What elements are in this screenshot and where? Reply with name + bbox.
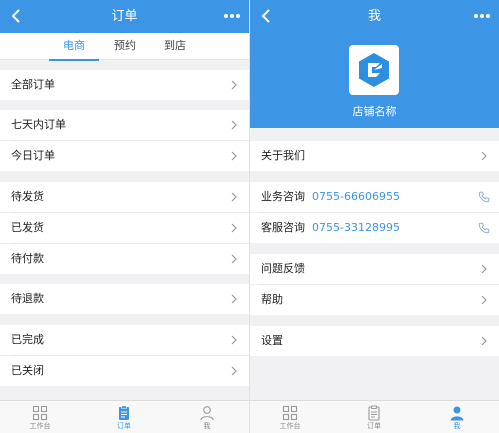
- chevron-left-icon: [11, 9, 20, 23]
- tab-label: 订单: [117, 422, 131, 430]
- store-profile-header: 店铺名称: [250, 33, 499, 128]
- profile-navbar: 我: [250, 0, 499, 33]
- tab-label: 订单: [367, 422, 381, 430]
- back-button[interactable]: [254, 4, 278, 28]
- tab-in-store[interactable]: 到店: [150, 33, 200, 60]
- person-icon: [200, 406, 214, 421]
- clipboard-icon: [368, 405, 380, 421]
- store-logo: [349, 45, 399, 95]
- tab-workbench[interactable]: 工作台: [260, 401, 320, 433]
- chevron-right-icon: [481, 336, 487, 346]
- row-completed[interactable]: 已完成: [0, 325, 249, 355]
- bottom-tab-bar: 工作台 订单 我: [250, 400, 499, 433]
- business-phone-number[interactable]: 0755-66606955: [312, 182, 400, 212]
- chevron-left-icon: [261, 9, 270, 23]
- row-seven-day-orders[interactable]: 七天内订单: [0, 110, 249, 140]
- chevron-right-icon: [481, 151, 487, 161]
- row-today-orders[interactable]: 今日订单: [0, 141, 249, 171]
- row-all-orders[interactable]: 全部订单: [0, 70, 249, 100]
- more-dots-icon: [474, 14, 490, 18]
- chevron-right-icon: [231, 120, 237, 130]
- chevron-right-icon: [231, 223, 237, 233]
- tab-orders[interactable]: 订单: [344, 401, 404, 433]
- more-button[interactable]: [219, 4, 245, 28]
- orders-screen: 订单 电商 预约 到店 全部订单 七天内订单 今日订单 待发货 已发货 待付款: [0, 0, 249, 433]
- chevron-right-icon: [481, 264, 487, 274]
- tab-ecommerce[interactable]: 电商: [49, 33, 99, 61]
- chevron-right-icon: [231, 366, 237, 376]
- tab-label: 我: [453, 422, 461, 430]
- row-feedback[interactable]: 问题反馈: [250, 254, 499, 284]
- page-title: 订单: [111, 9, 138, 24]
- more-dots-icon: [224, 14, 240, 18]
- store-logo-icon: [359, 53, 389, 87]
- phone-icon[interactable]: [478, 222, 490, 234]
- clipboard-icon: [119, 405, 129, 420]
- chevron-right-icon: [231, 151, 237, 161]
- chevron-right-icon: [231, 254, 237, 264]
- chevron-right-icon: [231, 80, 237, 90]
- row-help[interactable]: 帮助: [250, 285, 499, 315]
- orders-navbar: 订单: [0, 0, 249, 33]
- row-label: 已发货: [11, 221, 44, 234]
- row-label: 帮助: [261, 293, 283, 306]
- row-pending-shipment[interactable]: 待发货: [0, 182, 249, 212]
- tab-label: 工作台: [29, 422, 51, 430]
- tab-orders[interactable]: 订单: [94, 401, 154, 433]
- profile-screen: 我 店铺名称 关于我们 业务咨询 0755-66606955 客服咨询 0755…: [250, 0, 499, 433]
- phone-icon[interactable]: [478, 191, 490, 203]
- tab-me[interactable]: 我: [177, 401, 237, 433]
- row-label: 问题反馈: [261, 262, 305, 275]
- row-closed[interactable]: 已关闭: [0, 356, 249, 386]
- chevron-right-icon: [231, 192, 237, 202]
- row-label: 已完成: [11, 333, 44, 346]
- bottom-tab-bar: 工作台 订单 我: [0, 400, 249, 433]
- row-label: 待退款: [11, 292, 44, 305]
- row-label: 设置: [261, 334, 283, 347]
- chevron-right-icon: [231, 335, 237, 345]
- page-title: 我: [367, 9, 381, 24]
- row-about-us[interactable]: 关于我们: [250, 141, 499, 171]
- chevron-right-icon: [231, 294, 237, 304]
- row-customer-service[interactable]: 客服咨询 0755-33128995: [250, 213, 499, 243]
- row-label: 今日订单: [11, 149, 55, 162]
- tab-me[interactable]: 我: [427, 401, 487, 433]
- row-shipped[interactable]: 已发货: [0, 213, 249, 243]
- row-label: 关于我们: [261, 149, 305, 162]
- back-button[interactable]: [4, 4, 28, 28]
- row-label: 待付款: [11, 252, 44, 265]
- row-settings[interactable]: 设置: [250, 326, 499, 356]
- tab-workbench[interactable]: 工作台: [10, 401, 70, 433]
- row-label: 全部订单: [11, 78, 55, 91]
- tab-label: 工作台: [279, 422, 301, 430]
- row-label: 业务咨询: [261, 190, 305, 203]
- more-button[interactable]: [469, 4, 495, 28]
- grid-icon: [282, 405, 298, 421]
- grid-icon: [32, 405, 48, 421]
- row-label: 待发货: [11, 190, 44, 203]
- row-pending-refund[interactable]: 待退款: [0, 284, 249, 314]
- row-business-inquiry[interactable]: 业务咨询 0755-66606955: [250, 182, 499, 212]
- row-label: 已关闭: [11, 364, 44, 377]
- row-label: 客服咨询: [261, 221, 305, 234]
- service-phone-number[interactable]: 0755-33128995: [312, 213, 400, 243]
- person-icon: [450, 406, 464, 421]
- chevron-right-icon: [481, 295, 487, 305]
- tab-appointment[interactable]: 预约: [100, 33, 150, 60]
- store-name: 店铺名称: [352, 105, 397, 118]
- row-label: 七天内订单: [11, 118, 66, 131]
- row-pending-payment[interactable]: 待付款: [0, 244, 249, 274]
- tab-label: 我: [203, 422, 211, 430]
- order-type-tabs: 电商 预约 到店: [0, 33, 249, 61]
